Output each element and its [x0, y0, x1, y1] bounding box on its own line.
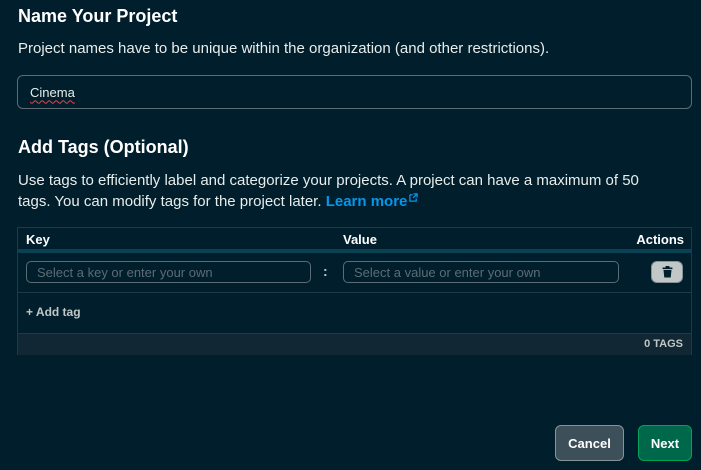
column-header-key: Key [26, 232, 50, 247]
tags-footer: 0 TAGS [18, 333, 691, 355]
learn-more-label: Learn more [325, 193, 408, 210]
next-button[interactable]: Next [638, 425, 692, 461]
tags-description-line2: tags. You can modify tags for the projec… [18, 193, 322, 210]
tags-section-title: Add Tags (Optional) [18, 137, 189, 157]
delete-tag-button[interactable] [651, 261, 683, 283]
tags-description-line1: Use tags to efficiently label and catego… [18, 172, 639, 189]
column-header-value: Value [343, 232, 377, 247]
tag-value-placeholder: Select a value or enter your own [354, 264, 541, 280]
tags-table: Key Value Actions Select a key or enter … [17, 227, 692, 355]
learn-more-link[interactable]: Learn more [326, 193, 419, 210]
cancel-button[interactable]: Cancel [555, 425, 624, 461]
tag-count: 0 TAGS [644, 338, 683, 350]
row-divider [18, 292, 691, 293]
tag-key-placeholder: Select a key or enter your own [37, 264, 213, 280]
tag-value-input[interactable]: Select a value or enter your own [343, 261, 619, 283]
header-divider [18, 249, 691, 253]
tag-key-input[interactable]: Select a key or enter your own [26, 261, 311, 283]
create-project-form: Name Your Project Project names have to … [0, 0, 701, 470]
trash-icon [662, 266, 672, 278]
project-name-value: Cinema [30, 84, 75, 100]
external-link-icon [409, 193, 419, 202]
name-section-description: Project names have to be unique within t… [18, 40, 550, 57]
key-value-separator: : [323, 263, 328, 279]
name-section-title: Name Your Project [18, 6, 178, 26]
tags-section-description: Use tags to efficiently label and catego… [18, 170, 639, 212]
add-tag-button[interactable]: + Add tag [26, 305, 81, 319]
column-header-actions: Actions [636, 232, 684, 247]
project-name-input[interactable]: Cinema [17, 75, 692, 109]
